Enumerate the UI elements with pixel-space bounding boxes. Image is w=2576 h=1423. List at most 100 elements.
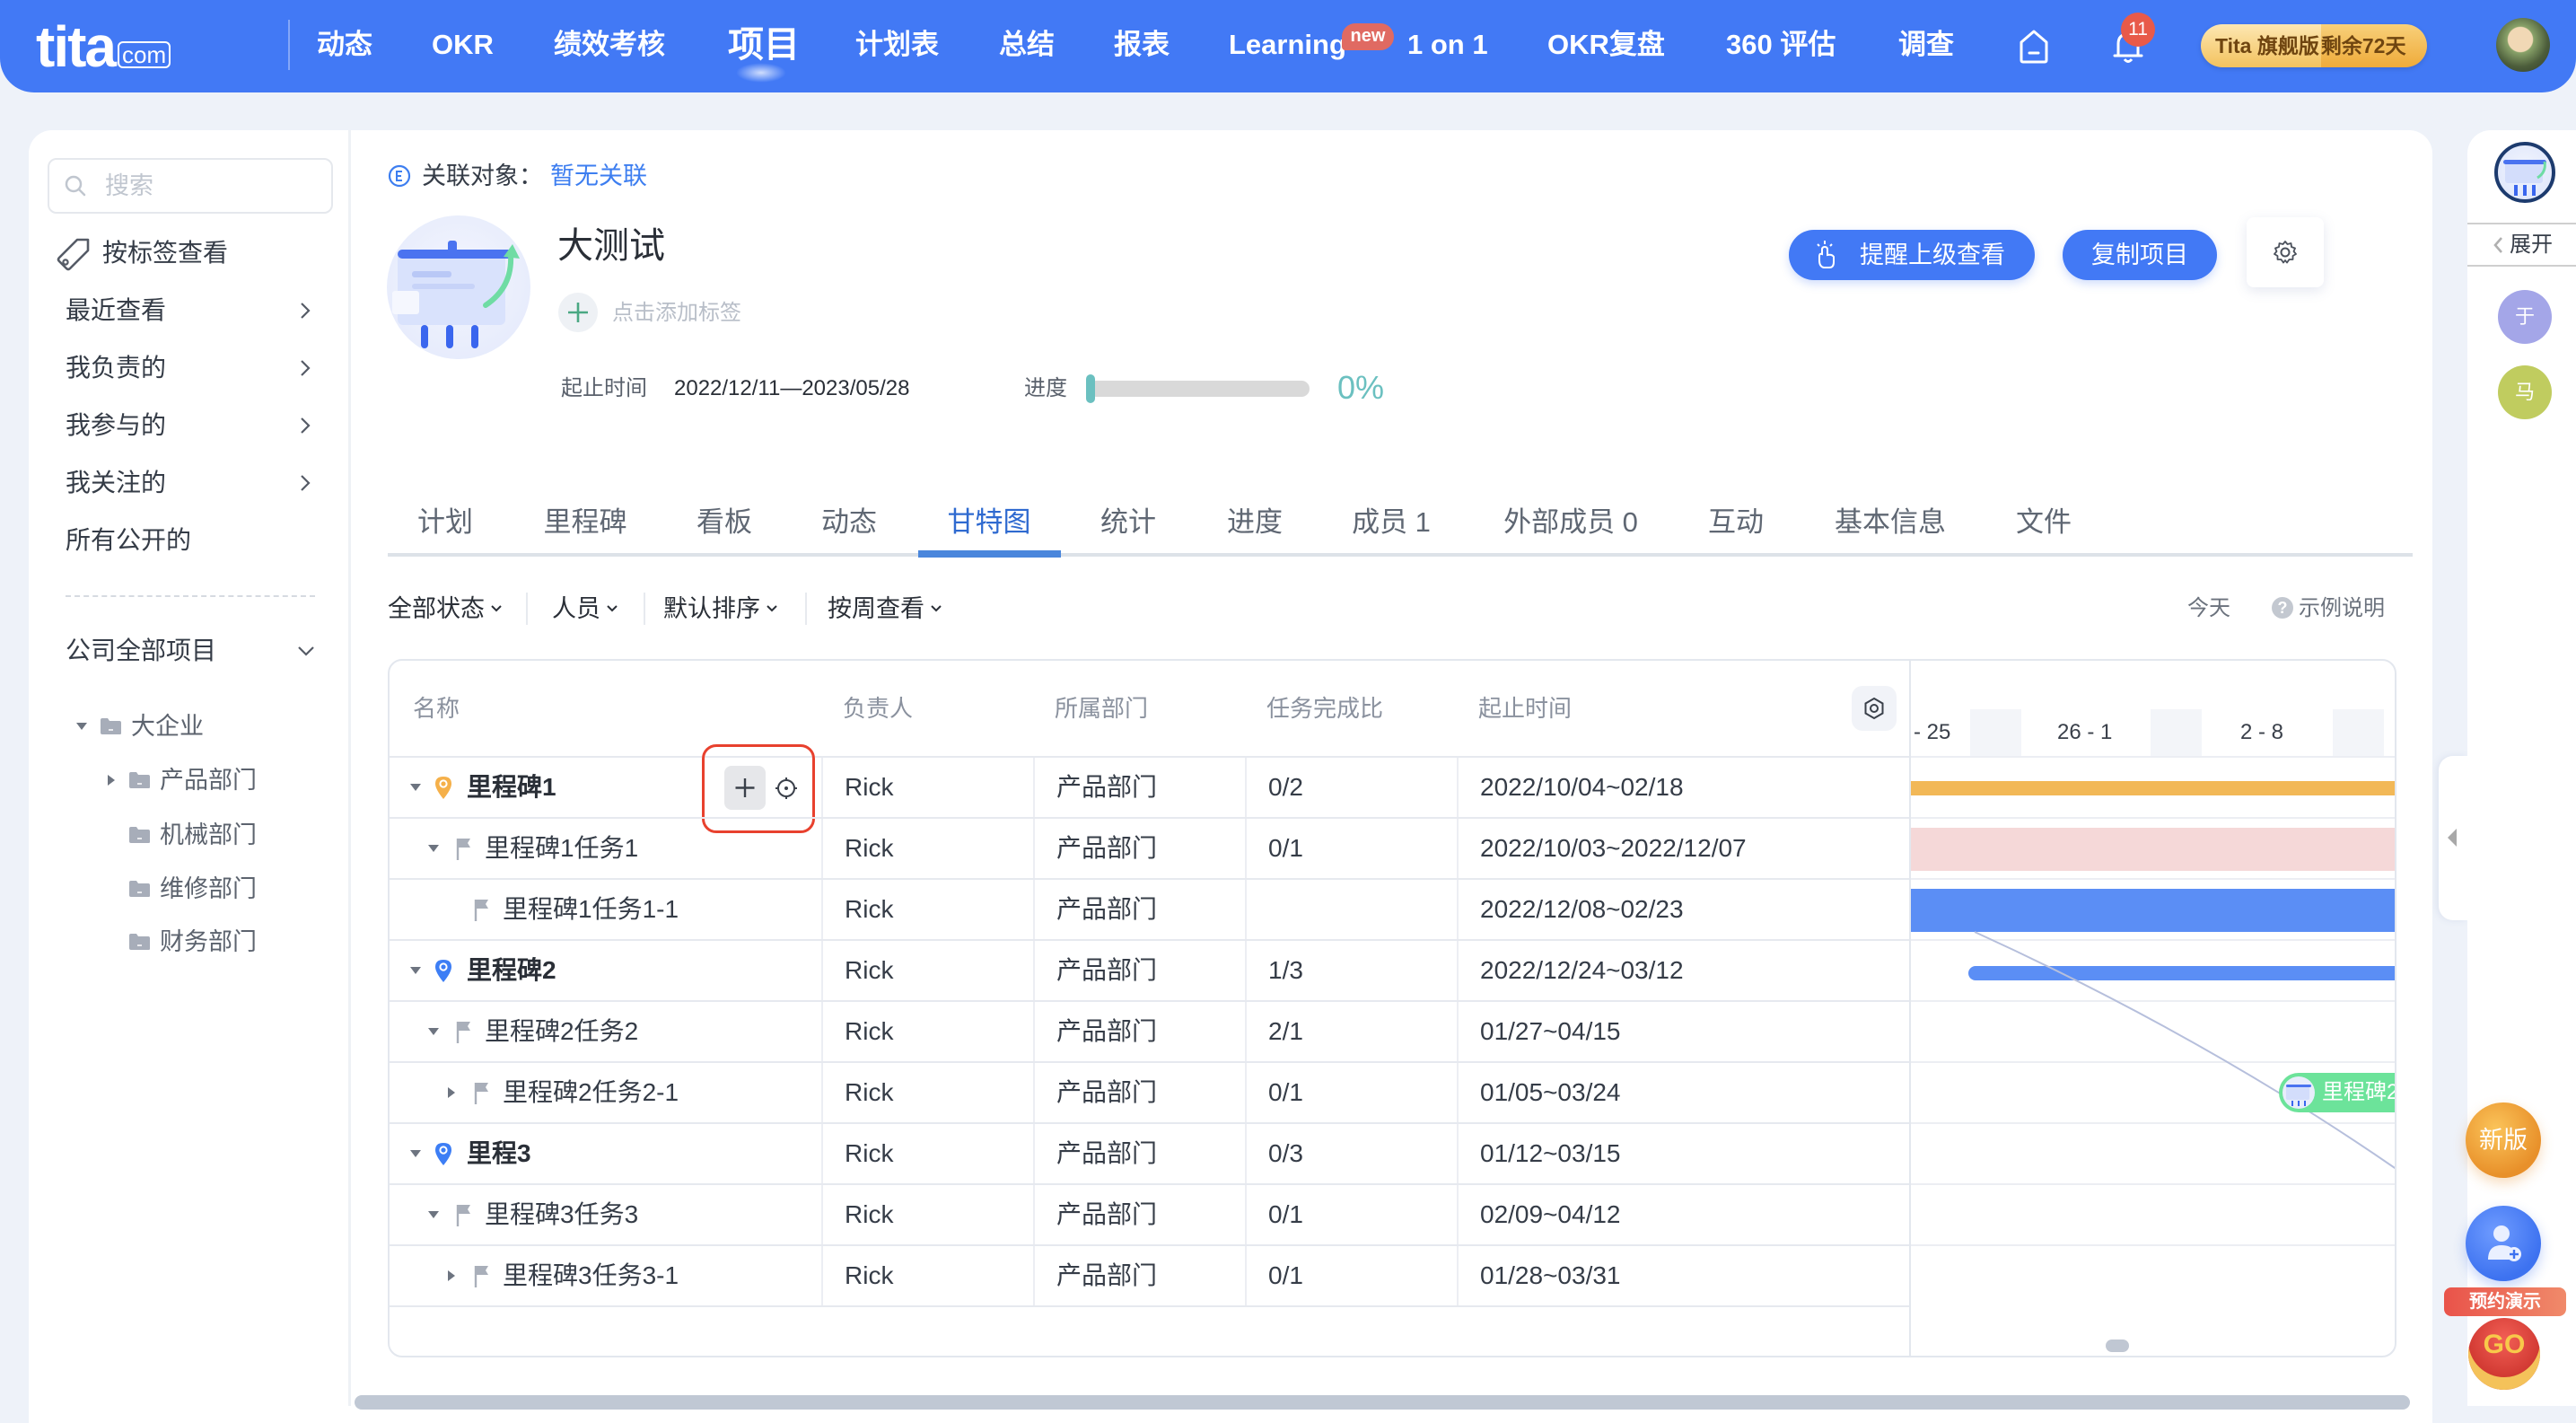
expand-panel-button[interactable]: 展开	[2492, 232, 2553, 259]
add-tag-label[interactable]: 点击添加标签	[612, 300, 741, 327]
tree-node-maintenance-dept[interactable]: 维修部门	[160, 873, 257, 905]
row-name[interactable]: 里程3	[467, 1124, 531, 1183]
table-row[interactable]: 里程碑1 Rick 产品部门 0/2 2022/10/04~02/18	[390, 744, 1909, 833]
row-name[interactable]: 里程碑2任务2-1	[503, 1063, 679, 1122]
row-name[interactable]: 里程碑2	[467, 941, 556, 1000]
today-button[interactable]: 今天	[2187, 594, 2230, 623]
nav-item-performance[interactable]: 绩效考核	[554, 0, 665, 90]
row-name[interactable]: 里程碑3任务3-1	[503, 1246, 679, 1305]
sidebar-item-participating[interactable]: 我参与的	[66, 408, 166, 444]
filter-sort-dropdown[interactable]: 默认排序	[663, 593, 778, 625]
table-row[interactable]: 里程碑3任务3 Rick 产品部门 0/1 02/09~04/12	[390, 1183, 1909, 1244]
tree-node-mechanical-dept[interactable]: 机械部门	[160, 819, 257, 851]
member-avatar[interactable]: 马	[2498, 365, 2552, 419]
tab-progress[interactable]: 进度	[1227, 503, 1283, 542]
tab-activity[interactable]: 动态	[821, 503, 877, 542]
column-header-completion[interactable]: 任务完成比	[1266, 693, 1383, 724]
book-demo-label[interactable]: 预约演示	[2444, 1287, 2566, 1316]
tab-milestones[interactable]: 里程碑	[544, 503, 627, 542]
nav-item-survey[interactable]: 调查	[1898, 0, 1954, 90]
invite-user-button[interactable]	[2466, 1206, 2541, 1281]
caret-right-icon[interactable]	[107, 774, 116, 786]
caret-down-icon[interactable]	[409, 965, 422, 976]
tab-members[interactable]: 成员 1	[1352, 503, 1431, 542]
project-avatar[interactable]	[2494, 142, 2555, 203]
row-name[interactable]: 里程碑2任务2	[485, 1002, 638, 1061]
help-icon[interactable]: ?	[2272, 597, 2293, 619]
project-settings-button[interactable]	[2247, 217, 2324, 287]
table-row[interactable]: 里程碑3任务3-1 Rick 产品部门 0/1 01/28~03/31	[390, 1244, 1909, 1307]
table-row[interactable]: 里程碑2任务2 Rick 产品部门 2/1 01/27~04/15	[390, 1000, 1909, 1061]
filter-people-dropdown[interactable]: 人员	[552, 593, 618, 625]
add-subtask-button[interactable]	[724, 766, 766, 810]
caret-down-icon[interactable]	[409, 782, 422, 793]
table-row[interactable]: 里程碑2 Rick 产品部门 1/3 2022/12/24~03/12	[390, 939, 1909, 1000]
sidebar-item-following[interactable]: 我关注的	[66, 465, 166, 501]
nav-item-feed[interactable]: 动态	[317, 0, 372, 90]
column-header-name[interactable]: 名称	[413, 693, 460, 724]
search-input[interactable]	[103, 167, 319, 205]
column-settings-button[interactable]	[1852, 686, 1897, 731]
tab-plan[interactable]: 计划	[417, 503, 473, 542]
horizontal-scrollbar[interactable]	[355, 1395, 2410, 1410]
nav-item-summary[interactable]: 总结	[999, 0, 1055, 90]
copy-project-button[interactable]: 复制项目	[2063, 230, 2217, 280]
tree-node-company[interactable]: 大企业	[131, 710, 204, 742]
nav-item-plans[interactable]: 计划表	[855, 0, 939, 90]
chevron-down-icon[interactable]	[296, 645, 316, 657]
column-header-dates[interactable]: 起止时间	[1478, 693, 1572, 724]
tita-logo[interactable]: tita com	[36, 13, 171, 75]
new-version-button[interactable]: 新版	[2466, 1102, 2541, 1178]
caret-down-icon[interactable]	[427, 1026, 440, 1037]
sidebar-section-company-projects[interactable]: 公司全部项目	[66, 633, 216, 669]
nav-item-reports[interactable]: 报表	[1114, 0, 1170, 90]
tab-basic-info[interactable]: 基本信息	[1835, 503, 1946, 542]
caret-right-icon[interactable]	[445, 1270, 458, 1281]
gantt-timeline[interactable]: - 25 26 - 1 2 - 8 里程碑2	[1909, 661, 2395, 1356]
book-demo-go-button[interactable]: GO	[2468, 1318, 2540, 1390]
caret-down-icon[interactable]	[409, 1148, 422, 1159]
row-name[interactable]: 里程碑1任务1	[485, 819, 638, 878]
add-tag-button[interactable]	[558, 293, 598, 332]
tree-node-finance-dept[interactable]: 财务部门	[160, 926, 257, 958]
locate-crosshair-icon[interactable]	[775, 777, 798, 800]
legend-help-link[interactable]: 示例说明	[2299, 594, 2385, 623]
home-icon[interactable]	[2016, 27, 2052, 65]
table-row[interactable]: 里程3 Rick 产品部门 0/3 01/12~03/15	[390, 1122, 1909, 1183]
relation-link[interactable]: 暂无关联	[550, 160, 647, 192]
row-name[interactable]: 里程碑1	[467, 758, 556, 817]
nav-item-learning[interactable]: Learning	[1229, 0, 1346, 90]
tab-gantt[interactable]: 甘特图	[948, 503, 1031, 542]
tab-files[interactable]: 文件	[2016, 503, 2072, 542]
sidebar-item-mine[interactable]: 我负责的	[66, 350, 166, 386]
tab-statistics[interactable]: 统计	[1100, 503, 1156, 542]
tree-node-product-dept[interactable]: 产品部门	[160, 764, 257, 796]
row-name[interactable]: 里程碑1任务1-1	[503, 880, 679, 939]
tab-external-members[interactable]: 外部成员 0	[1503, 503, 1638, 542]
project-title[interactable]: 大测试	[557, 224, 665, 268]
gantt-milestone-label[interactable]: 里程碑2	[2279, 1073, 2395, 1112]
nav-item-okr-review[interactable]: OKR复盘	[1547, 0, 1665, 90]
tab-kanban[interactable]: 看板	[697, 503, 752, 542]
table-row[interactable]: 里程碑1任务1-1 Rick 产品部门 2022/12/08~02/23	[390, 878, 1909, 939]
user-avatar[interactable]	[2496, 18, 2550, 72]
tab-interaction[interactable]: 互动	[1708, 503, 1764, 542]
remind-supervisor-button[interactable]: 提醒上级查看	[1789, 230, 2035, 280]
nav-item-360-review[interactable]: 360 评估	[1726, 0, 1836, 90]
sidebar-item-public[interactable]: 所有公开的	[66, 523, 191, 558]
member-avatar[interactable]: 于	[2498, 290, 2552, 344]
collapse-panel-handle[interactable]	[2439, 756, 2467, 920]
plan-badge[interactable]: Tita 旗舰版 剩余72天	[2201, 24, 2427, 67]
project-cover-image[interactable]	[387, 215, 530, 359]
filter-status-dropdown[interactable]: 全部状态	[388, 593, 503, 625]
sidebar-item-recent[interactable]: 最近查看	[66, 293, 166, 329]
caret-down-icon[interactable]	[427, 1209, 440, 1220]
filter-view-scale-dropdown[interactable]: 按周查看	[828, 593, 942, 625]
column-header-department[interactable]: 所属部门	[1055, 693, 1148, 724]
sidebar-search[interactable]	[48, 158, 333, 214]
sidebar-item-tag-view[interactable]: 按标签查看	[102, 235, 228, 271]
column-header-owner[interactable]: 负责人	[843, 693, 913, 724]
row-name[interactable]: 里程碑3任务3	[485, 1185, 638, 1244]
table-row[interactable]: 里程碑1任务1 Rick 产品部门 0/1 2022/10/03~2022/12…	[390, 817, 1909, 878]
nav-item-okr[interactable]: OKR	[432, 0, 494, 90]
